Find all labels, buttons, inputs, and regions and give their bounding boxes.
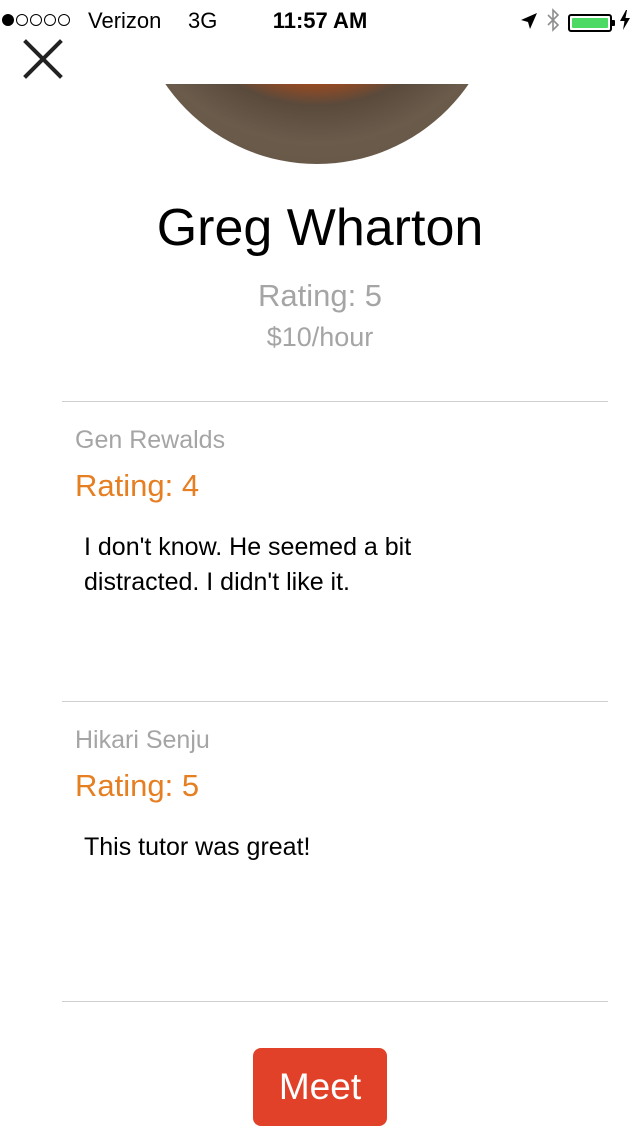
location-arrow-icon (520, 10, 538, 36)
review-text: I don't know. He seemed a bit distracted… (84, 533, 412, 596)
review-item: Hikari Senju Rating: 5 This tutor was gr… (62, 702, 608, 1002)
meet-button[interactable]: Meet (253, 1048, 387, 1126)
charging-bolt-icon (620, 10, 630, 36)
review-author: Hikari Senju (75, 726, 210, 754)
tutor-name: Greg Wharton (156, 199, 484, 257)
close-button[interactable] (22, 38, 64, 80)
review-rating: Rating: 5 (75, 768, 200, 803)
status-icons (520, 8, 630, 38)
battery-icon (568, 14, 615, 32)
divider (62, 1001, 608, 1002)
review-rating: Rating: 4 (75, 468, 200, 503)
close-icon (23, 39, 63, 79)
status-bar: Verizon 3G 11:57 AM (0, 0, 640, 40)
tutor-rating: Rating: 5 (257, 278, 383, 313)
bluetooth-icon (546, 8, 560, 38)
tutor-hourly-rate: $10/hour (266, 322, 374, 352)
review-item: Gen Rewalds Rating: 4 I don't know. He s… (62, 402, 608, 702)
battery-level (572, 18, 608, 28)
review-author: Gen Rewalds (75, 426, 226, 454)
review-text: This tutor was great! (84, 833, 311, 861)
